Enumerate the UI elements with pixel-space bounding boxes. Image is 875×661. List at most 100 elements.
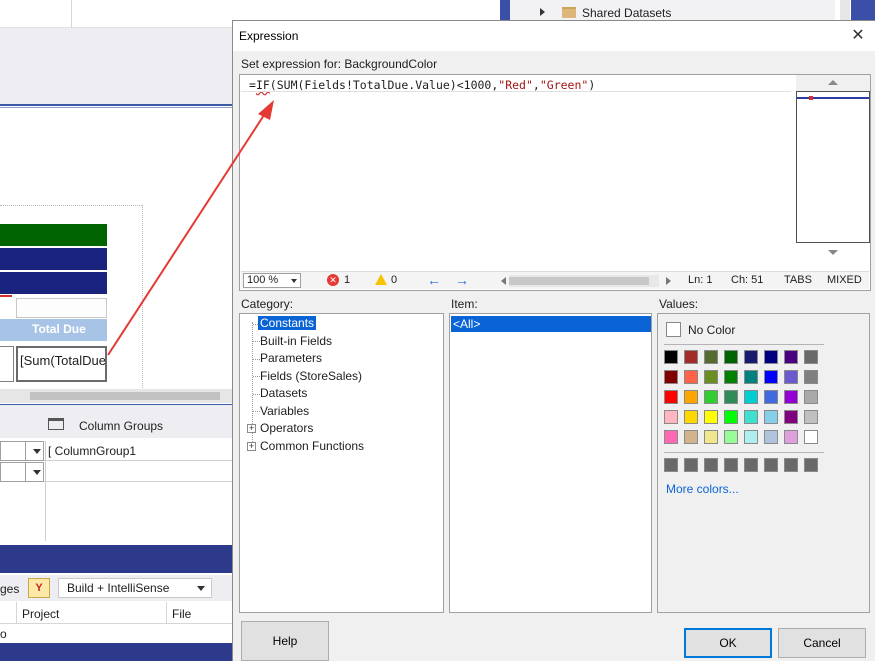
color-swatch[interactable]: [684, 430, 698, 444]
color-swatch[interactable]: [784, 350, 798, 364]
column-group-name[interactable]: [ ColumnGroup1: [48, 444, 136, 458]
cancel-button[interactable]: Cancel: [778, 628, 866, 658]
category-parameters[interactable]: Parameters: [260, 351, 322, 365]
category-fields[interactable]: Fields (StoreSales): [260, 369, 362, 383]
custom-color-swatch[interactable]: [664, 458, 678, 472]
color-swatch[interactable]: [664, 390, 678, 404]
color-swatch[interactable]: [804, 350, 818, 364]
color-swatch[interactable]: [804, 370, 818, 384]
group-row[interactable]: [0, 462, 232, 482]
group-row[interactable]: [ ColumnGroup1: [0, 441, 232, 461]
group-dropdown[interactable]: [0, 462, 44, 482]
color-swatch[interactable]: [764, 370, 778, 384]
color-swatch[interactable]: [804, 430, 818, 444]
chevron-down-icon[interactable]: [33, 449, 41, 454]
color-swatch[interactable]: [704, 410, 718, 424]
shared-datasets-node[interactable]: Shared Datasets: [582, 6, 671, 20]
category-common-functions[interactable]: Common Functions: [260, 439, 364, 453]
editor-minimap[interactable]: [796, 75, 870, 265]
category-built-in-fields[interactable]: Built-in Fields: [260, 334, 332, 348]
color-swatch[interactable]: [704, 350, 718, 364]
color-swatch[interactable]: [744, 390, 758, 404]
total-due-cell[interactable]: [Sum(TotalDue: [16, 346, 107, 382]
expand-icon[interactable]: +: [247, 424, 256, 433]
category-tree[interactable]: Constants Built-in Fields Parameters Fie…: [239, 313, 444, 613]
ok-button[interactable]: OK: [684, 628, 772, 658]
group-dropdown[interactable]: [0, 441, 44, 461]
filter-icon[interactable]: Y: [28, 578, 50, 598]
minimap-view[interactable]: [796, 91, 870, 243]
color-swatch[interactable]: [724, 370, 738, 384]
custom-color-swatch[interactable]: [764, 458, 778, 472]
color-swatch[interactable]: [764, 410, 778, 424]
color-swatch[interactable]: [684, 350, 698, 364]
designer-hscrollbar[interactable]: [0, 389, 232, 403]
zoom-dropdown[interactable]: 100 %: [243, 273, 301, 288]
color-swatch[interactable]: [804, 410, 818, 424]
item-all[interactable]: <All>: [451, 316, 651, 332]
color-swatch[interactable]: [704, 390, 718, 404]
color-swatch[interactable]: [744, 410, 758, 424]
color-swatch[interactable]: [784, 430, 798, 444]
custom-color-swatch[interactable]: [684, 458, 698, 472]
color-swatch[interactable]: [804, 390, 818, 404]
custom-color-swatch[interactable]: [804, 458, 818, 472]
category-constants[interactable]: Constants: [258, 316, 317, 330]
color-swatch[interactable]: [684, 370, 698, 384]
color-swatch[interactable]: [744, 430, 758, 444]
empty-table-row[interactable]: [16, 298, 107, 318]
color-swatch[interactable]: [724, 390, 738, 404]
color-swatch[interactable]: [704, 370, 718, 384]
chevron-down-icon[interactable]: [291, 279, 297, 283]
next-error-icon[interactable]: →: [455, 272, 469, 288]
color-swatch[interactable]: [784, 390, 798, 404]
mixed-indicator[interactable]: MIXED: [827, 274, 862, 286]
no-color-swatch[interactable]: [666, 322, 681, 337]
custom-color-swatch[interactable]: [724, 458, 738, 472]
custom-color-swatch[interactable]: [784, 458, 798, 472]
tabs-indicator[interactable]: TABS: [784, 274, 812, 286]
more-colors-link[interactable]: More colors...: [666, 482, 739, 496]
vertical-scrollbar[interactable]: [840, 0, 850, 20]
tablix-row-handle[interactable]: [0, 346, 14, 382]
color-swatch[interactable]: [744, 350, 758, 364]
color-swatch[interactable]: [684, 410, 698, 424]
build-intellisense-combo[interactable]: Build + IntelliSense: [58, 578, 212, 598]
color-swatch[interactable]: [684, 390, 698, 404]
project-column-header[interactable]: Project: [22, 607, 59, 621]
expression-code[interactable]: =IF(SUM(Fields!TotalDue.Value)<1000,"Red…: [249, 78, 595, 92]
color-swatch[interactable]: [764, 390, 778, 404]
editor-hscrollbar[interactable]: [501, 275, 671, 287]
tablix-header-cell[interactable]: Total Due: [0, 319, 107, 341]
messages-text[interactable]: ges: [0, 582, 19, 596]
color-swatch[interactable]: [744, 370, 758, 384]
color-swatch[interactable]: [724, 350, 738, 364]
custom-color-swatch[interactable]: [704, 458, 718, 472]
color-swatch[interactable]: [724, 410, 738, 424]
close-icon[interactable]: ✕: [847, 25, 869, 47]
category-datasets[interactable]: Datasets: [260, 386, 307, 400]
chevron-down-icon[interactable]: [197, 586, 205, 591]
scroll-down-icon[interactable]: [796, 245, 870, 261]
no-color-label[interactable]: No Color: [688, 323, 735, 337]
color-swatch[interactable]: [784, 410, 798, 424]
error-icon[interactable]: ✕: [327, 274, 339, 286]
item-list[interactable]: <All>: [449, 313, 652, 613]
color-swatch[interactable]: [724, 430, 738, 444]
color-swatch[interactable]: [664, 410, 678, 424]
file-column-header[interactable]: File: [172, 607, 191, 621]
category-operators[interactable]: Operators: [260, 421, 313, 435]
custom-color-swatch[interactable]: [744, 458, 758, 472]
error-list-row[interactable]: o: [0, 625, 232, 643]
warning-icon[interactable]: [375, 274, 387, 285]
scroll-up-icon[interactable]: [796, 75, 870, 91]
help-button[interactable]: Help: [241, 621, 329, 661]
previous-error-icon[interactable]: ←: [427, 272, 441, 288]
color-swatch[interactable]: [664, 350, 678, 364]
color-swatch[interactable]: [664, 370, 678, 384]
category-variables[interactable]: Variables: [260, 404, 309, 418]
color-swatch[interactable]: [664, 430, 678, 444]
color-swatch[interactable]: [764, 430, 778, 444]
expression-editor[interactable]: =IF(SUM(Fields!TotalDue.Value)<1000,"Red…: [239, 74, 871, 291]
values-pane[interactable]: No Color More colors...: [657, 313, 870, 613]
